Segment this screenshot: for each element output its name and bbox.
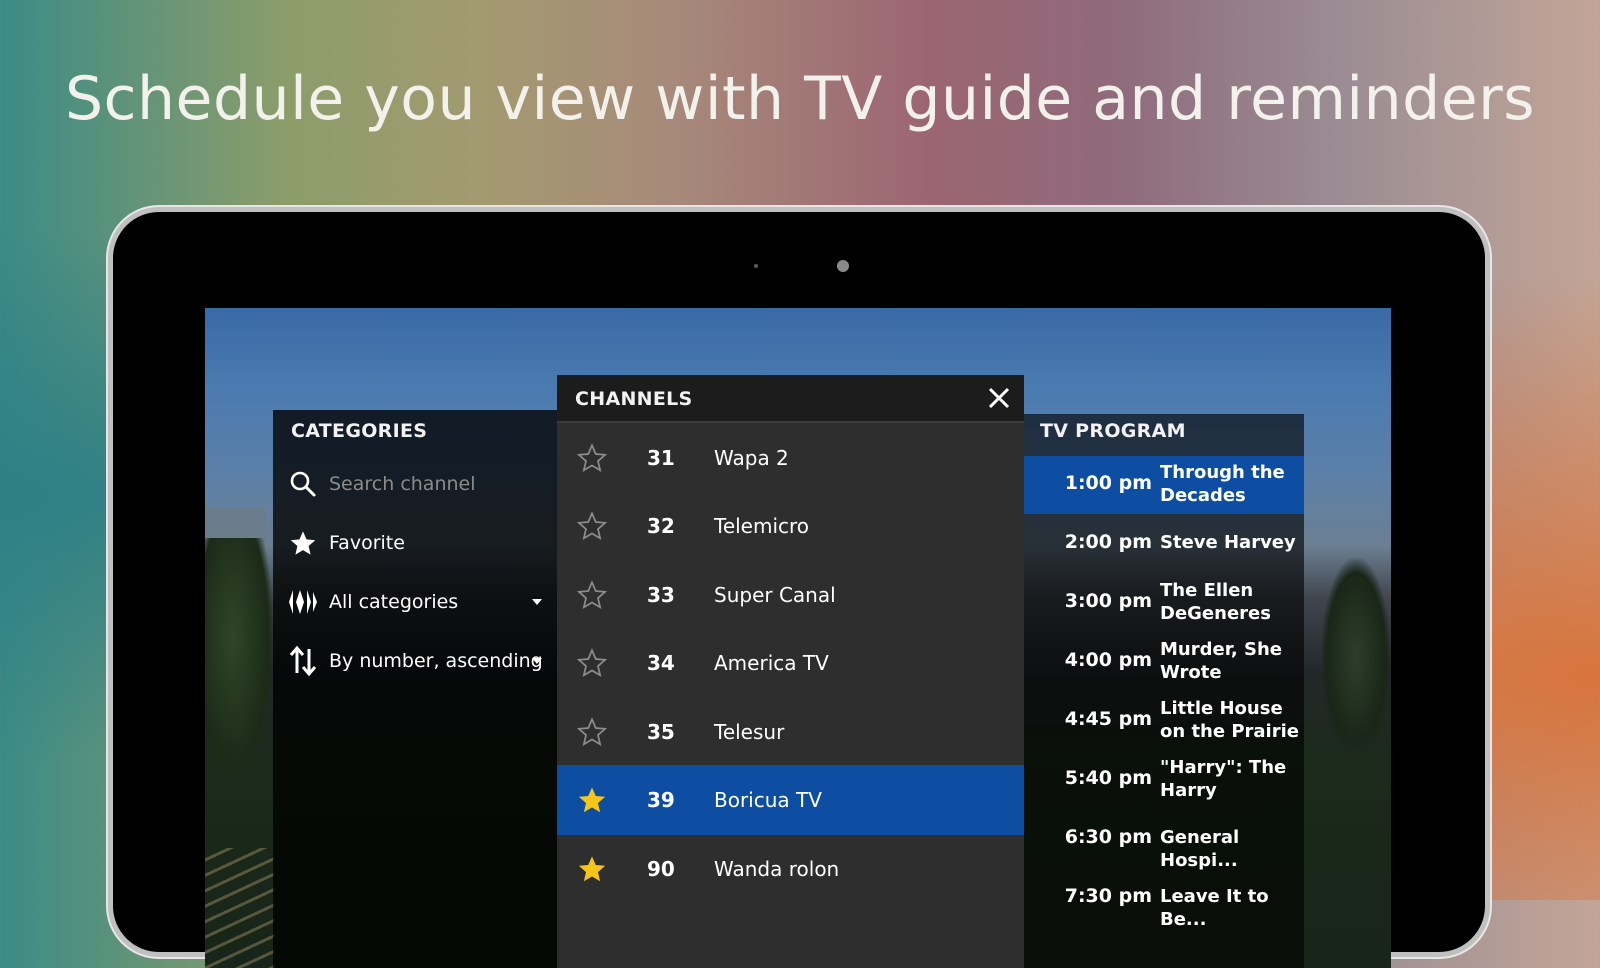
channels-header: CHANNELS: [557, 375, 1024, 423]
channel-name: Wapa 2: [714, 446, 789, 470]
all-categories-label: All categories: [329, 591, 459, 613]
channel-row[interactable]: 32 Telemicro: [557, 491, 1024, 561]
channel-row-selected[interactable]: 39 Boricua TV: [557, 765, 1024, 835]
sort-dropdown[interactable]: By number, ascending: [285, 641, 550, 681]
favorite-star-outline-icon[interactable]: [574, 714, 610, 750]
all-categories-dropdown[interactable]: All categories: [285, 582, 550, 622]
background-tree-right: [1321, 558, 1391, 758]
program-time: 2:00 pm: [1064, 531, 1152, 553]
close-icon: [988, 387, 1010, 409]
tv-program-title: TV PROGRAM: [1040, 420, 1186, 442]
channel-number: 31: [647, 446, 675, 470]
favorite-star-filled-icon[interactable]: [574, 851, 610, 887]
sort-label: By number, ascending: [329, 650, 543, 672]
program-title: Through the Decades: [1160, 462, 1285, 506]
close-button[interactable]: [984, 383, 1014, 413]
background-lights: [205, 848, 275, 968]
channel-number: 33: [647, 583, 675, 607]
favorite-star-outline-icon[interactable]: [574, 577, 610, 613]
categories-title: CATEGORIES: [291, 420, 428, 442]
sort-icon: [285, 643, 321, 679]
program-title: Murder, She Wrote: [1160, 639, 1283, 683]
channel-name: Wanda rolon: [714, 857, 840, 881]
search-channel-input[interactable]: Search channel: [329, 473, 476, 495]
channel-number: 35: [647, 720, 675, 744]
categories-icon: [285, 584, 321, 620]
program-title: General Hospi...: [1160, 827, 1240, 871]
program-time: 6:30 pm: [1064, 826, 1152, 848]
front-camera: [837, 260, 849, 272]
favorite-star-filled-icon[interactable]: [574, 782, 610, 818]
channel-row[interactable]: 34 America TV: [557, 628, 1024, 698]
channel-number: 34: [647, 651, 675, 675]
channel-number: 32: [647, 514, 675, 538]
program-time: 3:00 pm: [1064, 590, 1152, 612]
tablet-frame: CATEGORIES Search channel Favorite All c…: [113, 212, 1485, 968]
favorite-star-outline-icon[interactable]: [574, 645, 610, 681]
categories-panel: CATEGORIES Search channel Favorite All c…: [273, 410, 563, 968]
program-title: Steve Harvey: [1160, 532, 1296, 553]
program-row-selected[interactable]: 1:00 pm Through the Decades: [1024, 456, 1304, 514]
program-row[interactable]: 4:00 pm Murder, She Wrote: [1024, 633, 1304, 691]
channel-row[interactable]: 90 Wanda rolon: [557, 834, 1024, 904]
program-row[interactable]: 5:40 pm "Harry": The Harry Connick...: [1024, 751, 1304, 809]
favorite-label: Favorite: [329, 532, 405, 554]
channel-name: Telemicro: [714, 514, 810, 538]
program-time: 4:00 pm: [1064, 649, 1152, 671]
search-icon: [285, 466, 321, 502]
program-row[interactable]: 3:00 pm The Ellen DeGeneres Sh...: [1024, 574, 1304, 632]
sensor-dot: [754, 264, 758, 268]
headline: Schedule you view with TV guide and remi…: [64, 64, 1536, 134]
favorite-filter[interactable]: Favorite: [285, 523, 550, 563]
favorite-star-outline-icon[interactable]: [574, 440, 610, 476]
chevron-down-icon: [532, 599, 542, 605]
program-title: Leave It to Be...: [1160, 886, 1269, 930]
tv-program-panel: TV PROGRAM 1:00 pm Through the Decades 2…: [1024, 414, 1304, 968]
program-title: The Ellen DeGeneres Sh...: [1160, 580, 1271, 627]
star-icon: [285, 525, 321, 561]
chevron-down-icon: [532, 658, 542, 664]
program-row[interactable]: 7:30 pm Leave It to Be...: [1024, 869, 1304, 930]
channel-number: 39: [647, 788, 675, 812]
channels-panel: CHANNELS 31 Wapa 2 32 Telemicro 33 Super…: [557, 375, 1024, 968]
program-row[interactable]: 4:45 pm Little House on the Prairie: [1024, 692, 1304, 750]
channel-name: Telesur: [714, 720, 785, 744]
tablet-screen: CATEGORIES Search channel Favorite All c…: [205, 308, 1391, 968]
channels-title: CHANNELS: [575, 388, 693, 410]
channel-name: Super Canal: [714, 583, 836, 607]
channel-name: Boricua TV: [714, 788, 822, 812]
background-tree: [205, 538, 275, 788]
program-title: "Harry": The Harry Connick...: [1160, 757, 1287, 804]
channel-row[interactable]: 33 Super Canal: [557, 560, 1024, 630]
favorite-star-outline-icon[interactable]: [574, 508, 610, 544]
program-row[interactable]: 2:00 pm Steve Harvey: [1024, 515, 1304, 573]
program-time: 7:30 pm: [1064, 885, 1152, 907]
channel-row[interactable]: 31 Wapa 2: [557, 423, 1024, 493]
program-title: Little House on the Prairie: [1160, 698, 1299, 742]
channel-number: 90: [647, 857, 675, 881]
program-time: 1:00 pm: [1064, 472, 1152, 494]
program-time: 4:45 pm: [1064, 708, 1152, 730]
channel-row[interactable]: 35 Telesur: [557, 697, 1024, 767]
program-time: 5:40 pm: [1064, 767, 1152, 789]
program-row[interactable]: 6:30 pm General Hospi...: [1024, 810, 1304, 871]
channel-name: America TV: [714, 651, 829, 675]
search-channel-field[interactable]: Search channel: [285, 464, 550, 504]
